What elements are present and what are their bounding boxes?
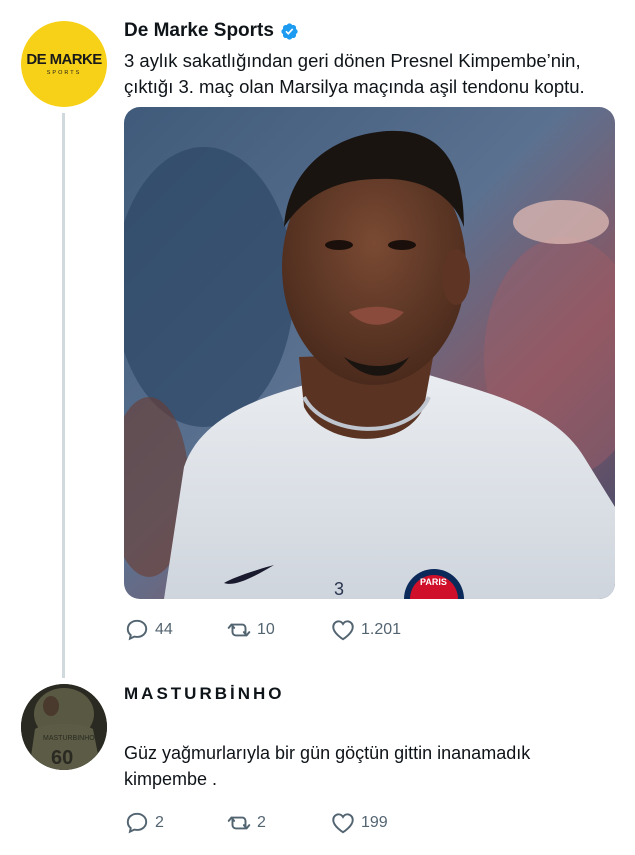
retweet-icon [227, 623, 251, 637]
reply-like-button[interactable]: 199 [330, 810, 388, 836]
avatar-de-marke-sports[interactable]: DE MARKE SPORTS [21, 21, 107, 107]
reply-reply-count: 2 [155, 814, 164, 831]
heart-icon [332, 620, 354, 641]
avatar-logo-text: DE MARKE [26, 51, 102, 68]
heart-icon [332, 813, 354, 834]
reply-reply-button[interactable]: 2 [124, 810, 164, 836]
psg-crest-text: PARIS [420, 577, 447, 587]
avatar-jersey-name: MASTURBINHO [43, 735, 95, 742]
verified-badge-icon [281, 22, 298, 40]
reply-icon [126, 812, 148, 834]
tweet-text: 3 aylık sakatlığından geri dönen Presnel… [124, 50, 585, 97]
author-display-name[interactable]: De Marke Sports [124, 20, 274, 42]
jersey-number: 3 [334, 579, 344, 599]
reply-like-count: 199 [361, 814, 388, 831]
player-photo: 3 PARIS [124, 107, 615, 599]
reply-author-name[interactable]: MASTURBİNHO [124, 684, 285, 704]
reply-icon [126, 619, 148, 641]
reply-text: Güz yağmurlarıyla bir gün göçtün gittin … [124, 743, 531, 789]
like-count: 1.201 [361, 621, 402, 638]
reply-count: 44 [155, 621, 173, 638]
reply-avatar-photo: MASTURBINHO 60 [21, 684, 107, 770]
avatar-masturbinho[interactable]: MASTURBINHO 60 [21, 684, 107, 770]
thread-connector-line [62, 113, 65, 678]
avatar-jersey-number: 60 [51, 747, 73, 769]
reply-retweet-count: 2 [257, 814, 266, 831]
avatar-logo-subtext: SPORTS [46, 70, 82, 76]
retweet-icon [227, 816, 251, 830]
reply-retweet-button[interactable]: 2 [226, 810, 266, 836]
tweet-header: De Marke Sports [124, 20, 299, 42]
tweet-media-photo[interactable]: 3 PARIS [124, 107, 615, 599]
retweet-count: 10 [257, 621, 275, 638]
reply-button[interactable]: 44 [124, 617, 173, 643]
like-button[interactable]: 1.201 [330, 617, 401, 643]
retweet-button[interactable]: 10 [226, 617, 275, 643]
